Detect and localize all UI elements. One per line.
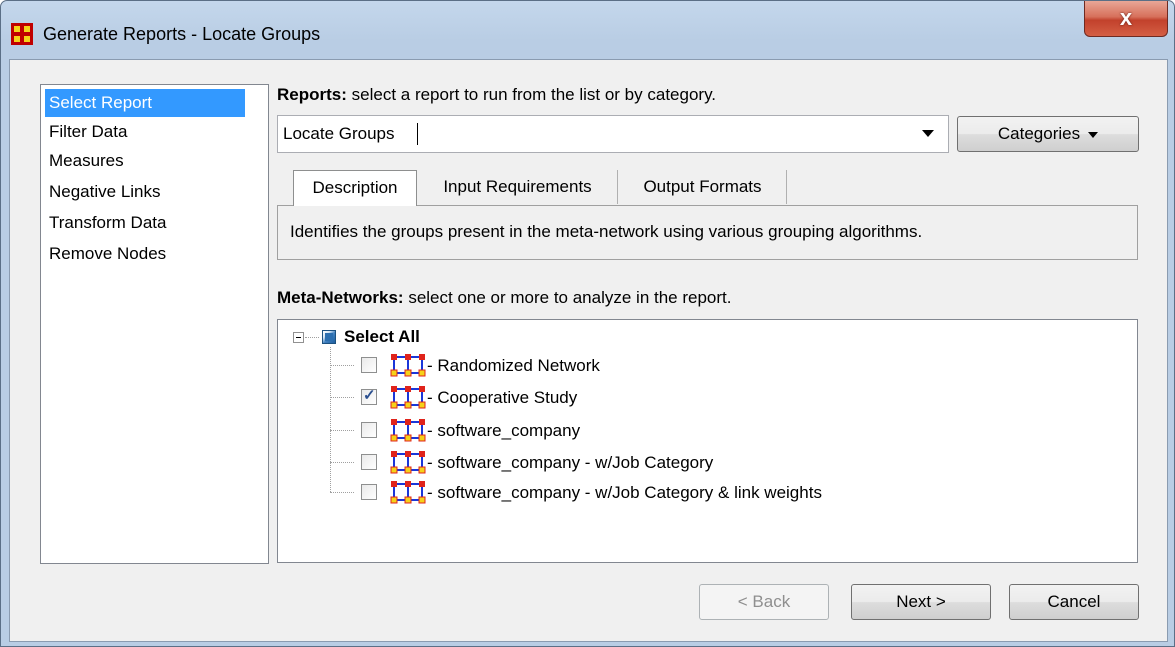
dropdown-arrow-icon [1088,131,1099,138]
meta-network-icon [390,386,426,409]
tree-connector [330,492,354,493]
nav-item-remove-nodes[interactable]: Remove Nodes [45,240,245,268]
next-button[interactable]: Next > [851,584,991,620]
nav-item-negative-links[interactable]: Negative Links [45,178,245,206]
categories-label: Categories [997,124,1081,143]
reports-label-text: select a report to run from the list or … [346,85,717,104]
description-panel: Identifies the groups present in the met… [277,205,1138,260]
dialog-body: Select Report Filter Data Measures Negat… [9,59,1168,642]
network-grid-icon [11,23,33,45]
tree-connector [330,365,354,366]
reports-label: Reports: select a report to run from the… [277,85,716,105]
meta-network-icon [390,451,426,474]
item-checkbox[interactable] [361,484,377,500]
item-checkbox[interactable] [361,422,377,438]
nav-item-transform-data[interactable]: Transform Data [45,209,245,237]
meta-network-icon [390,419,426,442]
tree-connector [330,347,331,492]
meta-network-tree: Select All - Randomized Network ✓ - Coop… [277,319,1138,563]
item-label[interactable]: - software_company - w/Job Category & li… [427,483,822,503]
tab-description[interactable]: Description [293,170,417,206]
meta-network-icon [390,481,426,504]
collapse-icon[interactable] [293,332,304,343]
close-button[interactable]: x [1084,1,1168,37]
tree-connector [330,462,354,463]
select-all-label[interactable]: Select All [344,327,420,347]
categories-button[interactable]: Categories [957,116,1139,152]
text-caret [417,123,418,145]
tree-connector [330,430,354,431]
tab-output-formats[interactable]: Output Formats [619,170,787,204]
report-select-combo[interactable]: Locate Groups [277,115,949,153]
description-text: Identifies the groups present in the met… [290,222,923,241]
meta-networks-label-text: select one or more to analyze in the rep… [403,288,732,307]
close-icon: x [1119,5,1133,30]
item-label[interactable]: - Cooperative Study [427,388,577,408]
item-label[interactable]: - Randomized Network [427,356,600,376]
nav-item-filter-data[interactable]: Filter Data [45,118,245,146]
cancel-button[interactable]: Cancel [1009,584,1139,620]
wizard-step-list: Select Report Filter Data Measures Negat… [40,84,269,564]
nav-item-select-report[interactable]: Select Report [45,89,245,117]
title-bar[interactable]: Generate Reports - Locate Groups x [1,1,1174,59]
chevron-down-icon[interactable] [922,130,934,137]
meta-network-icon [390,354,426,377]
item-label[interactable]: - software_company - w/Job Category [427,453,713,473]
dialog-window: Generate Reports - Locate Groups x Selec… [0,0,1175,647]
item-checkbox[interactable] [361,357,377,373]
item-label[interactable]: - software_company [427,421,580,441]
window-title: Generate Reports - Locate Groups [43,24,321,44]
select-all-checkbox[interactable] [322,330,336,344]
meta-networks-label: Meta-Networks: select one or more to ana… [277,288,732,308]
report-select-value: Locate Groups [283,124,395,143]
tree-connector [330,397,354,398]
item-checkbox[interactable] [361,454,377,470]
back-button[interactable]: < Back [699,584,829,620]
reports-label-bold: Reports: [277,85,347,104]
item-checkbox[interactable] [361,386,377,405]
nav-item-measures[interactable]: Measures [45,147,245,175]
tab-input-requirements[interactable]: Input Requirements [418,170,618,204]
meta-networks-label-bold: Meta-Networks: [277,288,404,307]
tree-connector [305,337,319,338]
